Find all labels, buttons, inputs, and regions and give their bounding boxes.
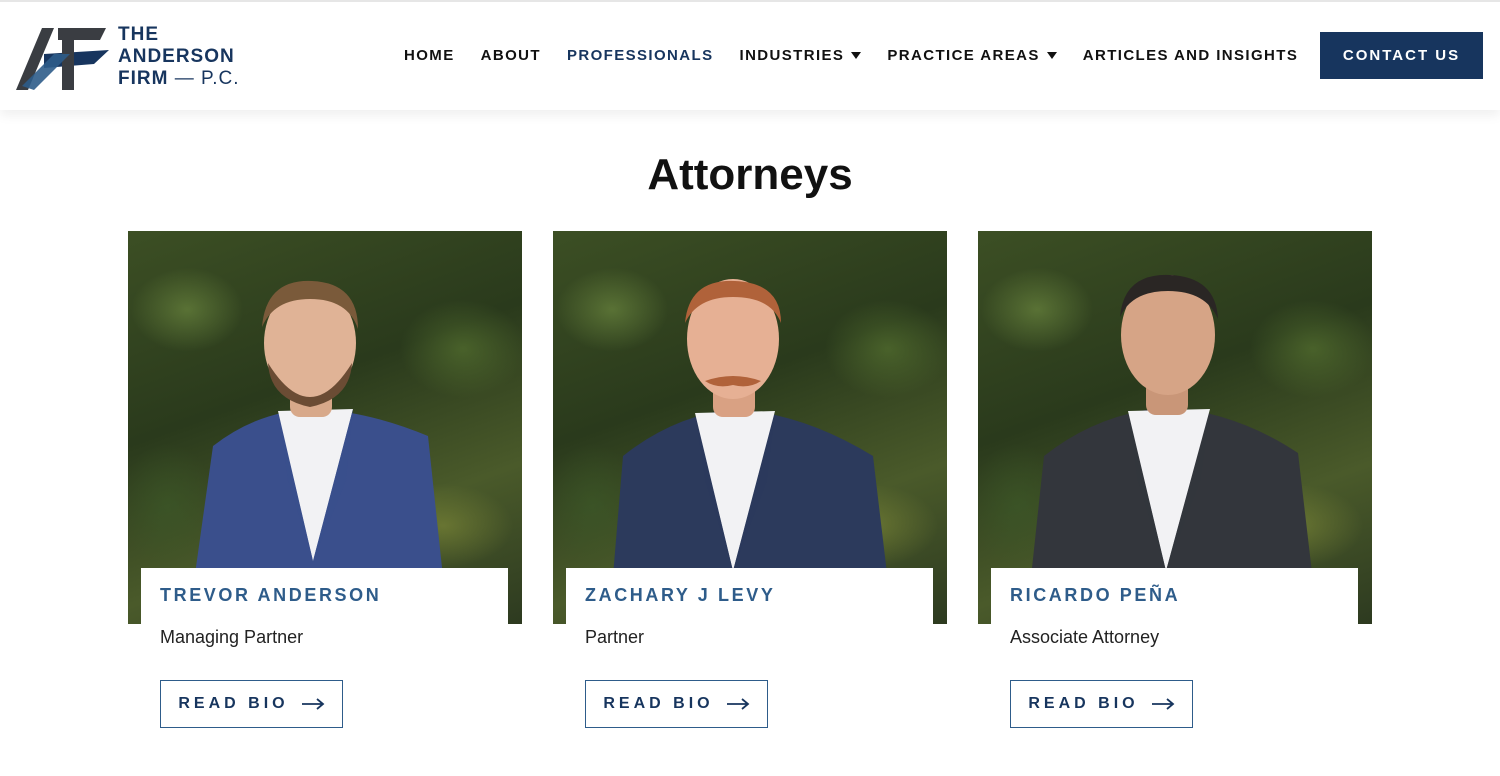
nav-industries-label: INDUSTRIES — [739, 46, 845, 64]
attorney-name[interactable]: RICARDO PEÑA — [1010, 585, 1180, 606]
read-bio-button[interactable]: READ BIO — [160, 680, 343, 728]
attorney-card: RICARDO PEÑA Associate Attorney READ BIO — [978, 231, 1372, 741]
nav-about[interactable]: ABOUT — [481, 44, 541, 66]
page-title: Attorneys — [647, 150, 853, 199]
nav-industries[interactable]: INDUSTRIES — [740, 44, 862, 66]
nav-home-label: HOME — [404, 46, 455, 64]
read-bio-label: READ BIO — [178, 695, 289, 712]
attorney-photo — [128, 231, 522, 624]
logo-firm: FIRM — [118, 68, 169, 89]
logo-pc: — P.C. — [174, 68, 240, 89]
attorney-photo — [553, 231, 947, 624]
nav-home[interactable]: HOME — [404, 44, 455, 66]
attorney-photo — [978, 231, 1372, 624]
nav-professionals-label: PROFESSIONALS — [566, 46, 714, 64]
attorney-card: TREVOR ANDERSON Managing Partner READ BI… — [128, 231, 522, 741]
nav-articles[interactable]: ARTICLES AND INSIGHTS — [1083, 44, 1299, 66]
portrait-illustration — [1026, 274, 1318, 624]
site-header: THE ANDERSON FIRM — P.C. HOME ABOUT PROF… — [0, 0, 1500, 110]
arrow-right-icon — [301, 698, 325, 710]
nav-articles-label: ARTICLES AND INSIGHTS — [1082, 46, 1299, 64]
attorney-name[interactable]: ZACHARY J LEVY — [585, 585, 775, 606]
logo-wordmark: THE ANDERSON FIRM — P.C. — [118, 24, 240, 90]
nav-practice-areas[interactable]: PRACTICE AREAS — [887, 44, 1057, 66]
main-nav: HOME ABOUT PROFESSIONALS INDUSTRIES PRAC… — [404, 44, 1298, 66]
nav-about-label: ABOUT — [480, 46, 541, 64]
arrow-right-icon — [1151, 698, 1175, 710]
chevron-down-icon — [851, 51, 862, 59]
contact-us-button[interactable]: CONTACT US — [1320, 32, 1483, 79]
attorney-role: Associate Attorney — [1010, 627, 1160, 647]
attorney-card: ZACHARY J LEVY Partner READ BIO — [553, 231, 947, 741]
logo-line-1: THE — [118, 24, 159, 45]
chevron-down-icon — [1046, 51, 1057, 59]
attorney-role: Managing Partner — [160, 627, 304, 647]
logo-line-2: ANDERSON — [118, 46, 235, 67]
logo-line-3: FIRM — P.C. — [118, 68, 240, 90]
site-logo[interactable]: THE ANDERSON FIRM — P.C. — [14, 24, 244, 94]
attorney-name[interactable]: TREVOR ANDERSON — [160, 585, 381, 606]
read-bio-button[interactable]: READ BIO — [585, 680, 768, 728]
read-bio-label: READ BIO — [1028, 695, 1139, 712]
nav-practice-areas-label: PRACTICE AREAS — [887, 46, 1040, 64]
portrait-illustration — [188, 280, 448, 624]
nav-professionals[interactable]: PROFESSIONALS — [567, 44, 714, 66]
af-monogram-icon — [16, 28, 109, 90]
read-bio-label: READ BIO — [603, 695, 714, 712]
attorney-role: Partner — [585, 627, 645, 647]
portrait-illustration — [609, 279, 893, 624]
arrow-right-icon — [726, 698, 750, 710]
read-bio-button[interactable]: READ BIO — [1010, 680, 1193, 728]
